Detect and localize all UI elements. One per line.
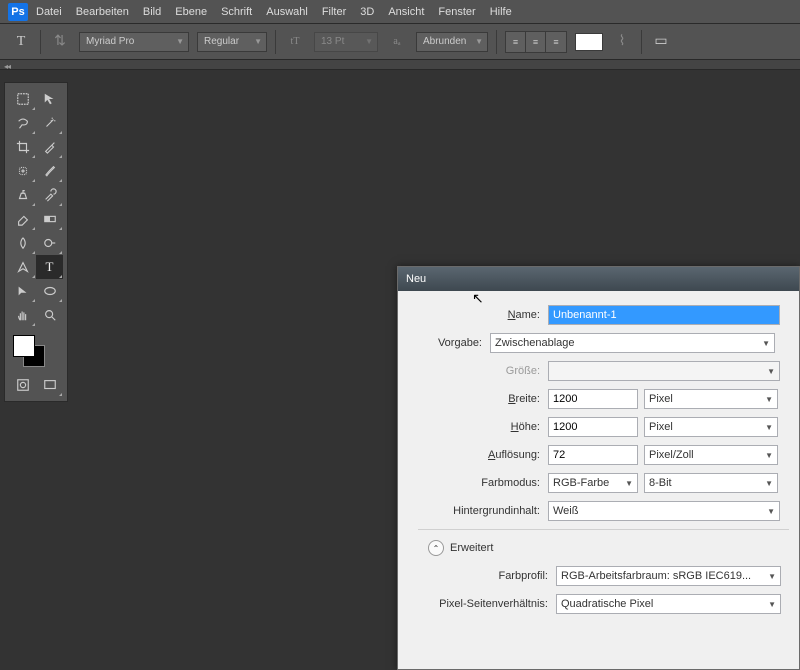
antialias-combo[interactable]: Abrunden▼ <box>416 32 488 52</box>
screenmode-button[interactable] <box>36 373 63 397</box>
menu-auswahl[interactable]: Auswahl <box>266 6 308 18</box>
path-select-tool[interactable] <box>9 279 36 303</box>
warp-text-icon[interactable]: ⌇ <box>611 31 633 53</box>
menu-hilfe[interactable]: Hilfe <box>490 6 512 18</box>
crop-tool[interactable] <box>9 135 36 159</box>
quickmask-button[interactable] <box>9 373 36 397</box>
align-right-button[interactable]: ≡ <box>546 32 566 52</box>
move-tool[interactable] <box>36 87 63 111</box>
width-label: Breite: <box>398 393 548 405</box>
type-tool-icon: T <box>10 31 32 53</box>
menu-fenster[interactable]: Fenster <box>438 6 475 18</box>
bitdepth-select[interactable]: 8-Bit▼ <box>644 473 778 493</box>
colorprofile-select[interactable]: RGB-Arbeitsfarbraum: sRGB IEC619...▼ <box>556 566 781 586</box>
workspace: T Neu Name: Vorgabe: Zwischen <box>0 70 800 600</box>
font-size-combo[interactable]: 13 Pt▼ <box>314 32 378 52</box>
color-swatches[interactable] <box>9 333 63 371</box>
dialog-titlebar[interactable]: Neu <box>398 267 799 291</box>
background-label: Hintergrundinhalt: <box>398 505 548 517</box>
document-tabstrip: ◂◂ <box>0 60 800 70</box>
text-orientation-icon[interactable]: ⇅ <box>49 31 71 53</box>
colormode-label: Farbmodus: <box>398 477 548 489</box>
healing-brush-tool[interactable] <box>9 159 36 183</box>
panels-icon[interactable]: ▭ <box>650 31 672 53</box>
pen-tool[interactable] <box>9 255 36 279</box>
menu-bild[interactable]: Bild <box>143 6 161 18</box>
brush-tool[interactable] <box>36 159 63 183</box>
height-label: Höhe: <box>398 421 548 433</box>
name-input[interactable] <box>548 305 780 325</box>
app-logo-icon: Ps <box>8 3 28 21</box>
text-align-group: ≡ ≡ ≡ <box>505 31 567 53</box>
font-size-icon: tT <box>284 31 306 53</box>
shape-tool[interactable] <box>36 279 63 303</box>
zoom-tool[interactable] <box>36 303 63 327</box>
advanced-toggle[interactable]: ⌃ Erweitert <box>398 540 799 556</box>
menubar: Ps Datei Bearbeiten Bild Ebene Schrift A… <box>0 0 800 24</box>
menu-schrift[interactable]: Schrift <box>221 6 252 18</box>
options-bar: T ⇅ Myriad Pro▼ Regular▼ tT 13 Pt▼ aₐ Ab… <box>0 24 800 60</box>
menu-ebene[interactable]: Ebene <box>175 6 207 18</box>
magic-wand-tool[interactable] <box>36 111 63 135</box>
resolution-unit-select[interactable]: Pixel/Zoll▼ <box>644 445 778 465</box>
colorprofile-label: Farbprofil: <box>398 570 556 582</box>
menu-bearbeiten[interactable]: Bearbeiten <box>76 6 129 18</box>
height-unit-select[interactable]: Pixel▼ <box>644 417 778 437</box>
preset-select[interactable]: Zwischenablage▼ <box>490 333 775 353</box>
eraser-tool[interactable] <box>9 207 36 231</box>
aa-icon: aₐ <box>386 31 408 53</box>
history-brush-tool[interactable] <box>36 183 63 207</box>
resolution-label: Auflösung: <box>398 449 548 461</box>
blur-tool[interactable] <box>9 231 36 255</box>
name-label: Name: <box>398 309 548 321</box>
align-center-button[interactable]: ≡ <box>526 32 546 52</box>
size-label: Größe: <box>398 365 548 377</box>
marquee-tool[interactable] <box>9 87 36 111</box>
font-family-combo[interactable]: Myriad Pro▼ <box>79 32 189 52</box>
dodge-tool[interactable] <box>36 231 63 255</box>
new-document-dialog: Neu Name: Vorgabe: Zwischenablage▼ Größe… <box>397 266 800 670</box>
text-color-swatch[interactable] <box>575 33 603 51</box>
clone-stamp-tool[interactable] <box>9 183 36 207</box>
width-unit-select[interactable]: Pixel▼ <box>644 389 778 409</box>
aspect-select[interactable]: Quadratische Pixel▼ <box>556 594 781 614</box>
font-style-combo[interactable]: Regular▼ <box>197 32 267 52</box>
size-select: ▼ <box>548 361 780 381</box>
foreground-color[interactable] <box>13 335 35 357</box>
eyedropper-tool[interactable] <box>36 135 63 159</box>
menu-filter[interactable]: Filter <box>322 6 346 18</box>
gradient-tool[interactable] <box>36 207 63 231</box>
align-left-button[interactable]: ≡ <box>506 32 526 52</box>
menu-3d[interactable]: 3D <box>360 6 374 18</box>
lasso-tool[interactable] <box>9 111 36 135</box>
resolution-input[interactable] <box>548 445 638 465</box>
type-tool[interactable]: T <box>36 255 63 279</box>
width-input[interactable] <box>548 389 638 409</box>
tools-panel: T <box>4 82 68 402</box>
height-input[interactable] <box>548 417 638 437</box>
preset-label: Vorgabe: <box>398 337 490 349</box>
menu-ansicht[interactable]: Ansicht <box>388 6 424 18</box>
background-select[interactable]: Weiß▼ <box>548 501 780 521</box>
chevron-up-icon: ⌃ <box>428 540 444 556</box>
colormode-select[interactable]: RGB-Farbe▼ <box>548 473 638 493</box>
hand-tool[interactable] <box>9 303 36 327</box>
menu-datei[interactable]: Datei <box>36 6 62 18</box>
